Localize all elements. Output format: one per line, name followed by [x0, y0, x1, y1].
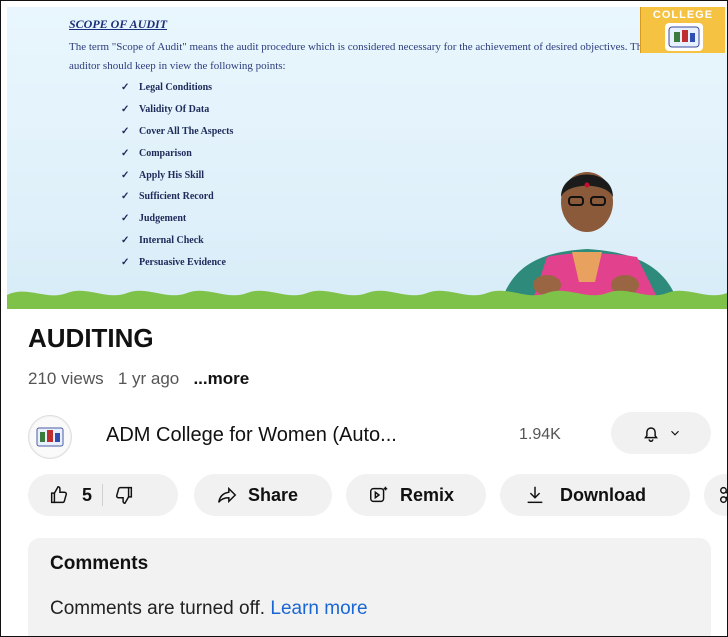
check-icon: ✓ [121, 191, 130, 203]
upload-age: 1 yr ago [117, 369, 180, 388]
slide-grass-decoration [7, 290, 727, 309]
slide-bullet-list: ✓ Legal Conditions ✓ Validity Of Data ✓ Cov… [121, 77, 233, 273]
like-dislike-group: 5 [28, 474, 178, 516]
channel-name[interactable]: ADM College for Women (Auto... [106, 424, 397, 447]
channel-avatar[interactable] [28, 415, 72, 459]
comments-panel[interactable]: Comments Comments are turned off. Learn … [28, 538, 711, 636]
slide-bullet: ✓ Judgement [121, 213, 187, 225]
slide-bullet: ✓ Persuasive Evidence [121, 256, 226, 268]
video-title: AUDITING [28, 323, 154, 353]
college-logo: COLLEGE [640, 7, 725, 53]
college-emblem-icon [665, 23, 703, 51]
slide-bullet: ✓ Internal Check [121, 234, 204, 246]
download-label: Download [560, 484, 646, 505]
share-icon [216, 484, 238, 506]
bell-icon [640, 422, 662, 444]
like-count[interactable]: 5 [82, 485, 92, 506]
remix-label: Remix [400, 484, 455, 505]
share-label: Share [248, 484, 299, 505]
check-icon: ✓ [121, 169, 130, 181]
slide-title: SCOPE OF AUDIT [69, 17, 168, 31]
remix-button[interactable]: Remix [346, 474, 486, 516]
check-icon: ✓ [121, 213, 130, 225]
slide-bullet: ✓ Apply His Skill [121, 169, 205, 181]
clip-button[interactable] [704, 474, 727, 516]
thumbs-up-icon[interactable] [48, 484, 70, 506]
more-link[interactable]: ...more [193, 369, 249, 388]
check-icon: ✓ [121, 234, 130, 246]
slide-paragraph: The term "Scope of Audit" means the audi… [69, 41, 648, 72]
check-icon: ✓ [121, 104, 130, 116]
video-meta[interactable]: 210 views 1 yr ago ...more [28, 369, 249, 389]
view-count: 210 views [28, 369, 104, 388]
slide-bullet: ✓ Cover All The Aspects [121, 125, 234, 137]
channel-row[interactable]: ADM College for Women (Auto... 1.94K [28, 411, 718, 461]
comments-disabled-message: Comments are turned off. Learn more [50, 598, 368, 619]
action-bar: 5 Share Remix Download [28, 474, 727, 516]
download-icon [524, 484, 546, 506]
learn-more-link[interactable]: Learn more [270, 598, 367, 619]
thumbs-down-icon[interactable] [113, 484, 135, 506]
slide-bullet: ✓ Validity Of Data [121, 104, 210, 116]
app-frame: SCOPE OF AUDIT The term "Scope of Audit"… [0, 0, 728, 637]
college-logo-text: COLLEGE [652, 9, 714, 21]
slide-bullet: ✓ Sufficient Record [121, 191, 214, 203]
share-button[interactable]: Share [194, 474, 332, 516]
slide-bullet: ✓ Comparison [121, 147, 192, 159]
notification-bell-button[interactable] [611, 412, 711, 454]
scissors-icon [718, 484, 727, 506]
divider [102, 484, 104, 506]
check-icon: ✓ [121, 256, 130, 268]
download-button[interactable]: Download [500, 474, 690, 516]
comments-heading: Comments [50, 553, 149, 574]
video-player[interactable]: SCOPE OF AUDIT The term "Scope of Audit"… [7, 7, 727, 309]
chevron-down-icon [668, 426, 682, 440]
slide-bullet: ✓ Legal Conditions [121, 82, 213, 94]
remix-icon [368, 484, 390, 506]
subscriber-count: 1.94K [519, 426, 561, 443]
check-icon: ✓ [121, 147, 130, 159]
check-icon: ✓ [121, 82, 130, 94]
check-icon: ✓ [121, 125, 130, 137]
